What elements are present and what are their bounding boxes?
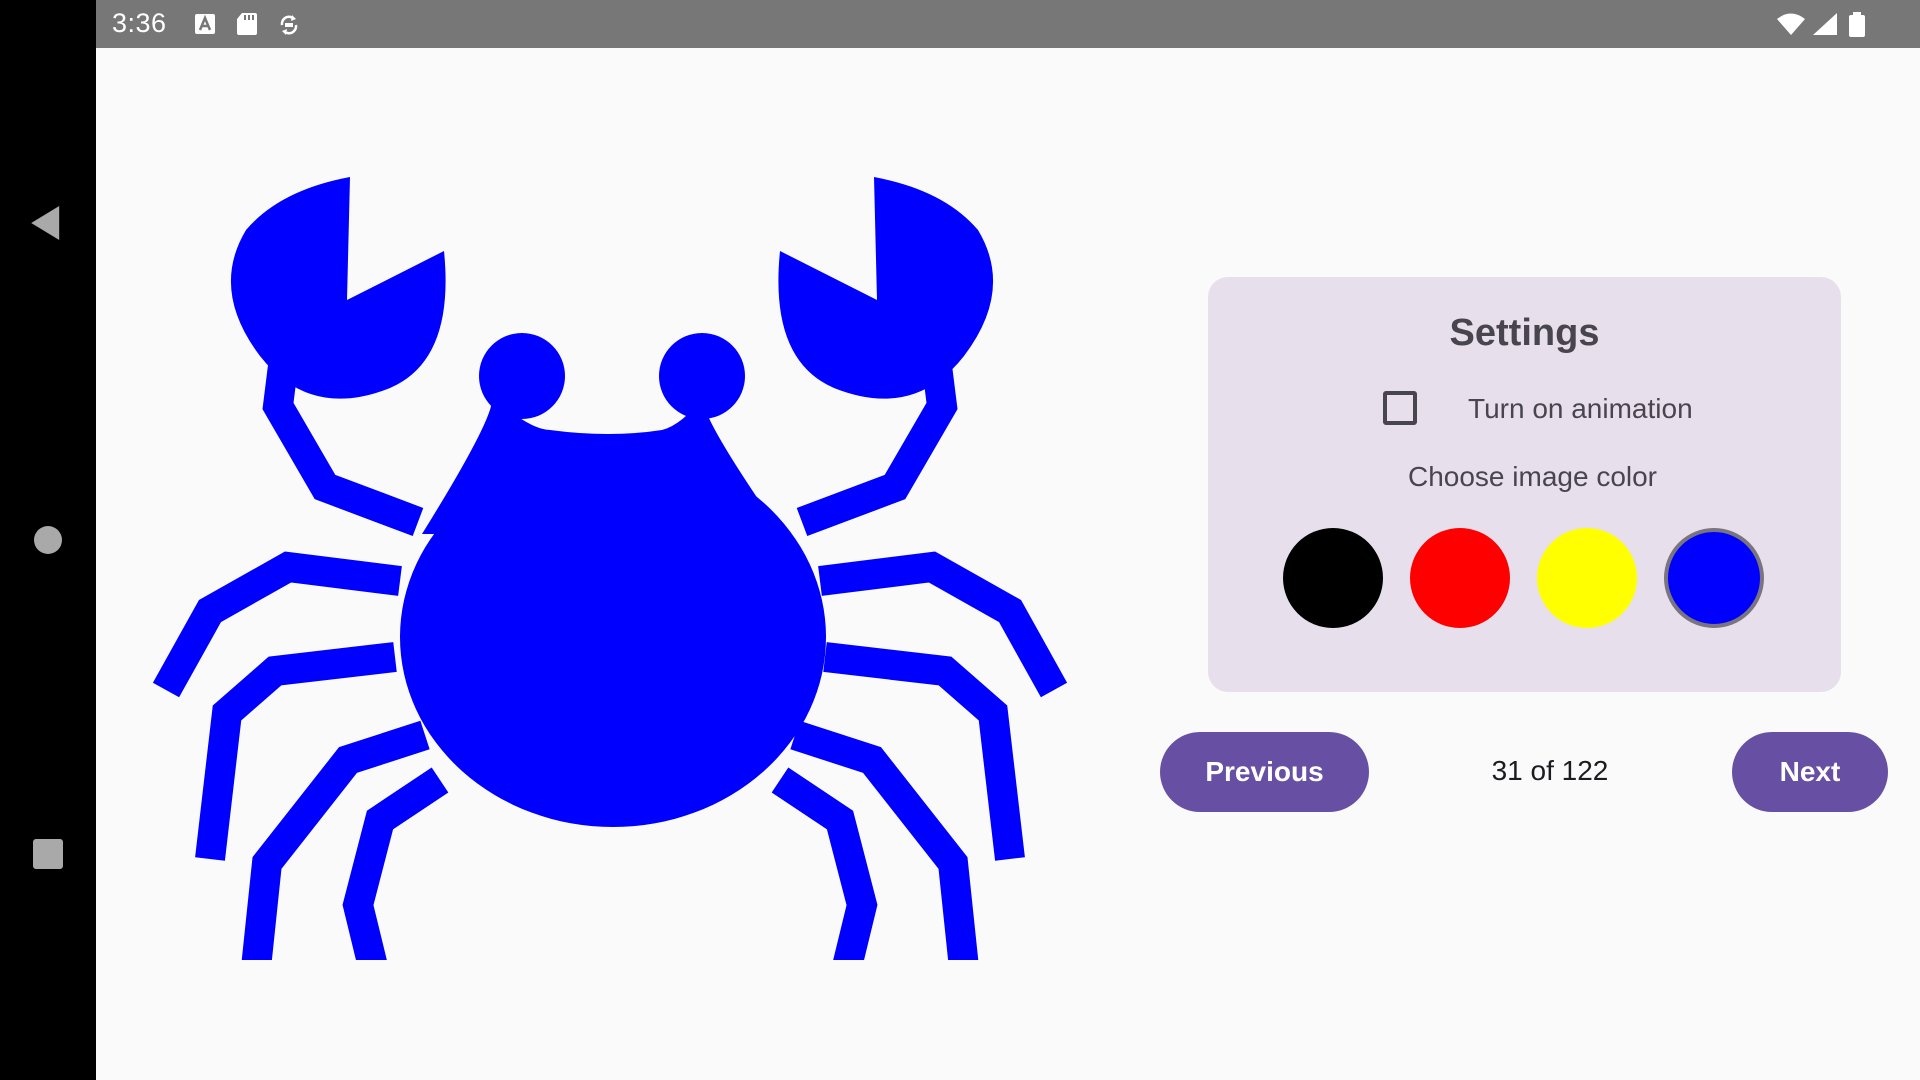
color-label: Choose image color [1407,461,1658,492]
recents-icon[interactable] [33,839,63,869]
back-icon[interactable] [31,206,60,240]
settings-title: Settings [1449,312,1600,354]
sd-card-icon [237,13,257,35]
page-indicator: 31 of 122 [1491,755,1609,786]
battery-icon [1849,12,1865,37]
color-swatch-red[interactable] [1410,528,1510,628]
color-swatch-blue[interactable] [1664,528,1764,628]
animation-label: Turn on animation [1468,393,1693,424]
system-nav-bar [0,0,96,1080]
animation-checkbox[interactable] [1383,391,1417,425]
previous-button[interactable]: Previous [1160,732,1369,812]
home-icon[interactable] [34,526,62,554]
status-time: 3:36 [112,8,167,38]
keyboard-a-icon [195,14,215,34]
cell-signal-icon [1813,13,1837,35]
color-swatch-yellow[interactable] [1537,528,1637,628]
color-swatch-black[interactable] [1283,528,1383,628]
status-bar: 3:36 [96,0,1920,48]
sync-icon [280,15,298,35]
wifi-icon [1777,13,1805,35]
settings-card: Settings Turn on animation Choose image … [1208,277,1841,692]
next-button[interactable]: Next [1732,732,1888,812]
crab-shape [152,177,1068,960]
crab-icon [152,177,1068,960]
